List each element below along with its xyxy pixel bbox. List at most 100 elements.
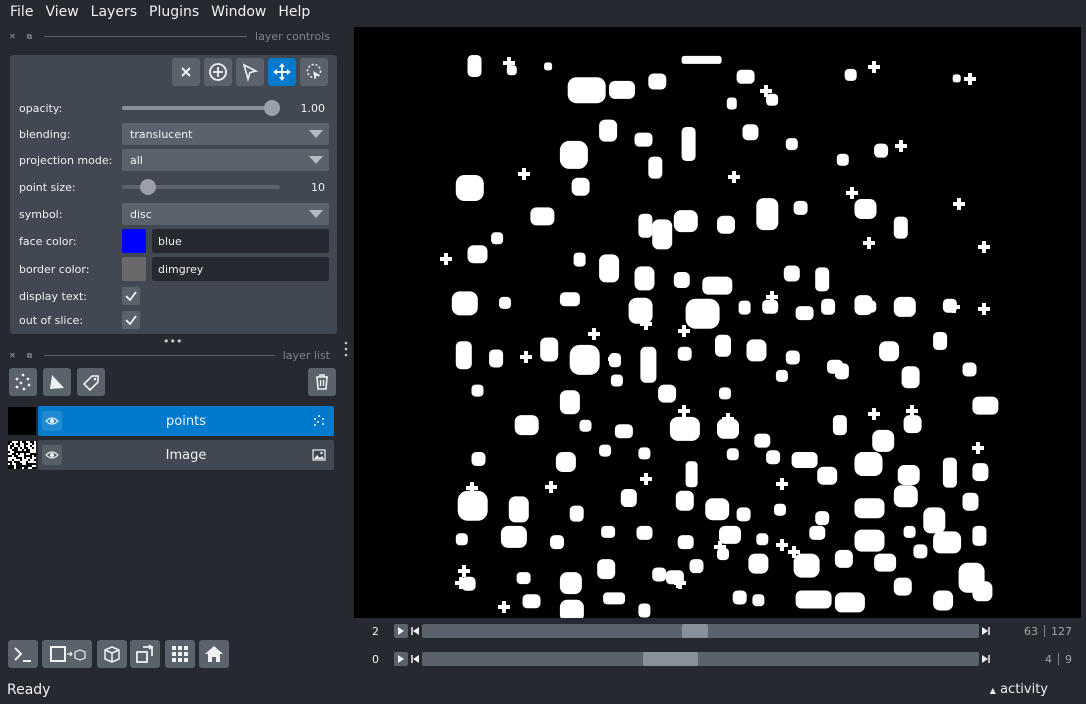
- face-color-swatch[interactable]: [122, 229, 146, 253]
- dims-slider-handle[interactable]: [642, 652, 698, 666]
- chevron-down-icon: [309, 130, 323, 138]
- step-back-icon[interactable]: [410, 624, 420, 638]
- select-icon: [242, 63, 259, 82]
- menu-help[interactable]: Help: [272, 0, 316, 24]
- console-button[interactable]: [8, 640, 38, 668]
- transpose-icon: [136, 644, 154, 663]
- terminal-icon: [14, 647, 31, 662]
- layer-row-points[interactable]: points: [8, 406, 334, 436]
- opacity-value: 1.00: [300, 101, 326, 115]
- new-shapes-layer-button[interactable]: [43, 368, 71, 396]
- layer-name: Image: [165, 447, 207, 463]
- lasso-select-button[interactable]: [300, 58, 328, 86]
- dims-slider-handle[interactable]: [682, 624, 709, 638]
- slider-handle[interactable]: [264, 100, 280, 116]
- total-slices: 127: [1051, 624, 1072, 638]
- dims-slider-track[interactable]: [422, 652, 979, 666]
- transpose-dimensions-button[interactable]: [130, 640, 160, 668]
- play-button[interactable]: [394, 652, 408, 666]
- display-text-row: display text:: [19, 285, 329, 307]
- projection-label: projection mode:: [19, 153, 113, 167]
- reset-view-button[interactable]: [199, 640, 229, 668]
- point-size-row: point size: 10: [19, 176, 329, 198]
- label-tag-icon: [82, 375, 99, 392]
- dock-close-icon[interactable]: ✕: [8, 351, 17, 360]
- blending-dropdown[interactable]: translucent: [122, 123, 329, 145]
- checkmark-icon: [125, 291, 137, 302]
- layer-thumbnail: [8, 407, 36, 435]
- add-points-button[interactable]: [204, 58, 232, 86]
- activity-button[interactable]: ▲ activity: [990, 682, 1048, 697]
- step-back-icon[interactable]: [410, 652, 420, 666]
- dims-slider-track[interactable]: [422, 624, 979, 638]
- image-display: [440, 55, 999, 622]
- current-slice[interactable]: 63: [1024, 625, 1038, 638]
- slider-fill: [122, 106, 272, 110]
- delete-layer-button[interactable]: [308, 368, 336, 396]
- symbol-row: symbol: disc: [19, 203, 329, 225]
- face-color-row: face color: blue: [19, 229, 329, 253]
- border-color-value: dimgrey: [158, 262, 204, 276]
- layer-body[interactable]: points: [38, 406, 334, 436]
- menu-plugins[interactable]: Plugins: [143, 0, 205, 24]
- grid-mode-button[interactable]: [165, 640, 195, 668]
- display-text-checkbox[interactable]: [122, 287, 140, 305]
- step-forward-icon[interactable]: [981, 624, 991, 638]
- opacity-row: opacity: 1.00: [19, 97, 329, 119]
- face-color-value: blue: [158, 234, 182, 248]
- opacity-slider[interactable]: [122, 97, 280, 119]
- play-button[interactable]: [394, 624, 408, 638]
- dock-float-icon[interactable]: ⧉: [25, 351, 34, 360]
- out-of-slice-label: out of slice:: [19, 313, 83, 327]
- dims-slider-row-1: 0 4 9: [370, 651, 1082, 667]
- close-icon: [181, 67, 191, 77]
- menu-view[interactable]: View: [39, 0, 84, 24]
- slider-handle[interactable]: [140, 179, 157, 195]
- border-color-label: border color:: [19, 262, 90, 276]
- title-divider: [44, 35, 248, 37]
- layer-row-image[interactable]: Image: [8, 440, 334, 470]
- new-points-layer-button[interactable]: [9, 368, 37, 396]
- axis-label[interactable]: 2: [370, 625, 392, 638]
- home-icon: [205, 646, 223, 662]
- point-size-label: point size:: [19, 180, 76, 194]
- ndisplay-toggle-button[interactable]: [42, 640, 92, 668]
- pan-zoom-button[interactable]: [268, 58, 296, 86]
- current-slice[interactable]: 4: [1045, 653, 1052, 666]
- step-forward-icon[interactable]: [981, 652, 991, 666]
- dock-close-icon[interactable]: ✕: [8, 32, 17, 41]
- projection-dropdown[interactable]: all: [122, 149, 329, 171]
- viewer-canvas[interactable]: [354, 27, 1081, 622]
- layer-controls-panel: opacity: 1.00 blending: translucent proj…: [10, 55, 337, 334]
- layer-controls-titlebar: ✕ ⧉ layer controls: [8, 28, 330, 44]
- blending-label: blending:: [19, 127, 71, 141]
- point-size-slider[interactable]: [122, 176, 280, 198]
- menu-layers[interactable]: Layers: [85, 0, 143, 24]
- trash-icon: [316, 374, 328, 390]
- face-color-label: face color:: [19, 234, 77, 248]
- cube-icon: [104, 646, 120, 663]
- out-of-slice-checkbox[interactable]: [122, 311, 140, 329]
- border-color-swatch[interactable]: [122, 257, 146, 281]
- layer-name: points: [166, 413, 206, 429]
- roll-dimensions-button[interactable]: [97, 640, 127, 668]
- dock-float-icon[interactable]: ⧉: [25, 32, 34, 41]
- layer-thumbnail: [8, 441, 36, 469]
- point-size-value: 10: [311, 180, 325, 194]
- menu-window[interactable]: Window: [205, 0, 272, 24]
- border-color-input[interactable]: dimgrey: [152, 257, 329, 281]
- menu-file[interactable]: File: [4, 0, 39, 24]
- shapes-layer-icon: [50, 375, 64, 389]
- select-points-button[interactable]: [236, 58, 264, 86]
- more-vertical-icon[interactable]: [343, 340, 349, 358]
- menubar: File View Layers Plugins Window Help: [0, 0, 1086, 24]
- total-slices: 9: [1065, 652, 1072, 666]
- slice-counter: 63 127: [991, 624, 1082, 638]
- layer-body[interactable]: Image: [38, 440, 334, 470]
- new-labels-layer-button[interactable]: [77, 368, 105, 396]
- axis-label[interactable]: 0: [370, 653, 392, 666]
- chevron-down-icon: [309, 210, 323, 218]
- delete-points-button[interactable]: [172, 58, 200, 86]
- symbol-dropdown[interactable]: disc: [122, 203, 329, 225]
- face-color-input[interactable]: blue: [152, 229, 329, 253]
